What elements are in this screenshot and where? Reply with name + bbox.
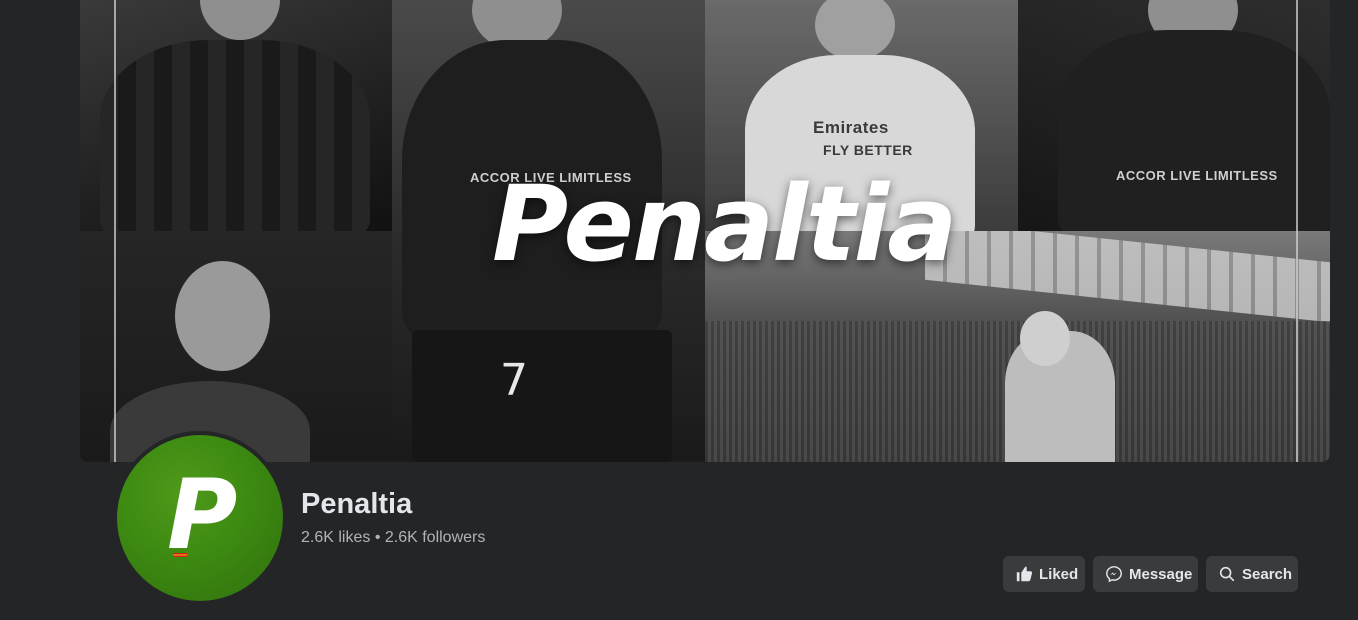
message-label: Message bbox=[1129, 565, 1193, 583]
message-button[interactable]: Message bbox=[1093, 556, 1198, 592]
avatar-logo: P bbox=[117, 435, 283, 601]
search-label: Search bbox=[1242, 565, 1293, 583]
page-title[interactable]: Penaltia bbox=[301, 488, 412, 521]
page-header: ACCOR LIVE LIMITLESS 7 Emirates FLY BETT… bbox=[0, 0, 1358, 620]
shirt-number: 7 bbox=[500, 355, 528, 406]
jersey-sponsor-tagline: FLY BETTER bbox=[823, 142, 913, 158]
search-icon bbox=[1218, 565, 1236, 583]
cover-panel-united-player bbox=[80, 231, 392, 462]
page-actions: Liked Message Search bbox=[1003, 556, 1298, 592]
jersey-sponsor-emirates: Emirates bbox=[813, 118, 889, 137]
search-button[interactable]: Search bbox=[1206, 556, 1298, 592]
page-stats[interactable]: 2.6K likes • 2.6K followers bbox=[301, 529, 485, 547]
flag-icon bbox=[173, 553, 187, 557]
cover-photo[interactable]: ACCOR LIVE LIMITLESS 7 Emirates FLY BETT… bbox=[80, 0, 1330, 462]
messenger-icon bbox=[1105, 565, 1123, 583]
jersey-sponsor-text-2: ACCOR LIVE LIMITLESS bbox=[1116, 168, 1278, 183]
cover-panel-psg-player-2: ACCOR LIVE LIMITLESS bbox=[1018, 0, 1330, 231]
thumbs-up-icon bbox=[1015, 565, 1033, 583]
profile-avatar[interactable]: P bbox=[113, 431, 287, 605]
liked-button[interactable]: Liked bbox=[1003, 556, 1085, 592]
liked-label: Liked bbox=[1039, 565, 1079, 583]
avatar-letter: P bbox=[167, 459, 238, 571]
cover-panel-barcelona-player bbox=[80, 0, 392, 231]
cover-brand-logo: Penaltia bbox=[492, 163, 957, 285]
